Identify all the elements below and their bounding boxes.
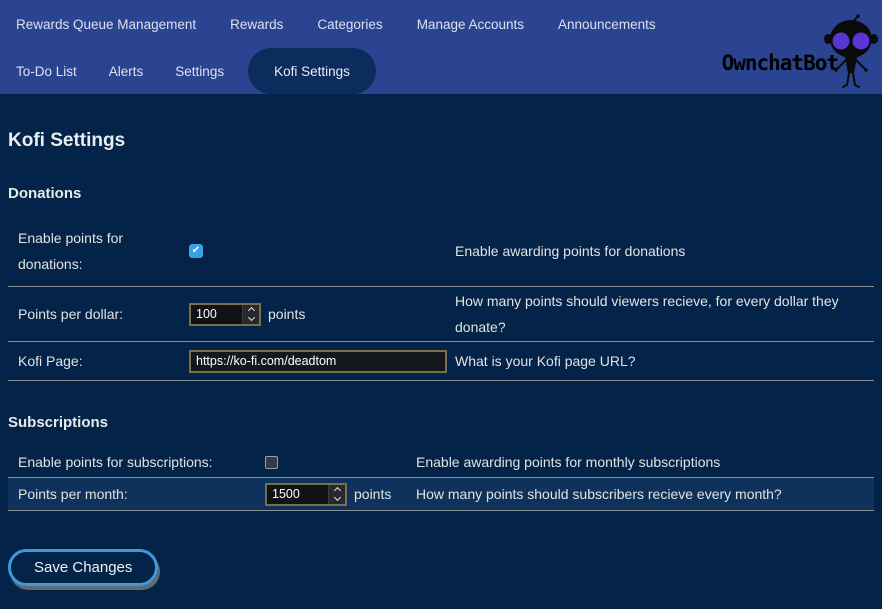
spinner-down-icon[interactable] bbox=[333, 494, 340, 501]
enable-subscriptions-checkbox[interactable] bbox=[265, 456, 278, 469]
number-spinner[interactable] bbox=[328, 485, 345, 504]
field-description: How many points should viewers recieve, … bbox=[455, 288, 874, 340]
subscriptions-section-heading: Subscriptions bbox=[8, 414, 874, 431]
nav-item-announcements[interactable]: Announcements bbox=[558, 17, 656, 32]
field-control: points bbox=[256, 481, 416, 507]
nav-item-todo-list[interactable]: To-Do List bbox=[16, 64, 77, 79]
field-label: Enable points for donations: bbox=[8, 225, 180, 277]
logo-wordmark: OwnchatBot bbox=[722, 51, 838, 75]
save-changes-button[interactable]: Save Changes bbox=[8, 549, 158, 586]
nav-item-rewards-queue-management[interactable]: Rewards Queue Management bbox=[16, 17, 196, 32]
settings-row-kofi-page: Kofi Page: What is your Kofi page URL? bbox=[8, 342, 874, 381]
enable-donations-checkbox[interactable] bbox=[189, 244, 203, 258]
kofi-settings-page: Kofi Settings Donations Enable points fo… bbox=[0, 130, 882, 586]
field-label: Points per dollar: bbox=[8, 301, 180, 327]
robot-mascot-icon bbox=[822, 14, 880, 90]
field-description: How many points should subscribers recie… bbox=[416, 481, 874, 507]
donations-section-heading: Donations bbox=[8, 185, 874, 202]
field-control bbox=[180, 244, 455, 258]
page-title: Kofi Settings bbox=[8, 130, 874, 152]
field-description: What is your Kofi page URL? bbox=[455, 348, 874, 374]
nav-item-alerts[interactable]: Alerts bbox=[109, 64, 144, 79]
spinner-down-icon[interactable] bbox=[247, 314, 254, 321]
nav-item-kofi-settings-active[interactable]: Kofi Settings bbox=[248, 48, 376, 94]
field-control: points bbox=[180, 301, 455, 327]
points-per-dollar-input[interactable] bbox=[189, 303, 261, 326]
field-description: Enable awarding points for monthly subsc… bbox=[416, 449, 874, 475]
points-per-month-value[interactable] bbox=[267, 485, 328, 504]
nav-item-categories[interactable]: Categories bbox=[317, 17, 382, 32]
unit-label: points bbox=[354, 481, 391, 507]
settings-row-points-per-dollar: Points per dollar: points How many point… bbox=[8, 287, 874, 342]
nav-item-settings[interactable]: Settings bbox=[175, 64, 224, 79]
number-spinner[interactable] bbox=[242, 305, 259, 324]
kofi-page-url-input[interactable] bbox=[189, 350, 447, 373]
points-per-dollar-value[interactable] bbox=[191, 305, 242, 324]
settings-row-points-per-month: Points per month: points How many points… bbox=[8, 478, 874, 511]
field-control bbox=[180, 350, 455, 373]
top-navbar: Rewards Queue Management Rewards Categor… bbox=[0, 0, 882, 94]
nav-item-manage-accounts[interactable]: Manage Accounts bbox=[417, 17, 524, 32]
settings-row-enable-donations: Enable points for donations: Enable awar… bbox=[8, 218, 874, 287]
field-label: Enable points for subscriptions: bbox=[8, 449, 256, 475]
nav-item-rewards[interactable]: Rewards bbox=[230, 17, 283, 32]
field-control bbox=[256, 456, 416, 469]
field-label: Kofi Page: bbox=[8, 348, 180, 374]
unit-label: points bbox=[268, 301, 305, 327]
points-per-month-input[interactable] bbox=[265, 483, 347, 506]
settings-row-enable-subscriptions: Enable points for subscriptions: Enable … bbox=[8, 447, 874, 478]
field-description: Enable awarding points for donations bbox=[455, 238, 874, 264]
ownchatbot-logo[interactable]: OwnchatBot bbox=[697, 0, 882, 94]
field-label: Points per month: bbox=[8, 481, 256, 507]
